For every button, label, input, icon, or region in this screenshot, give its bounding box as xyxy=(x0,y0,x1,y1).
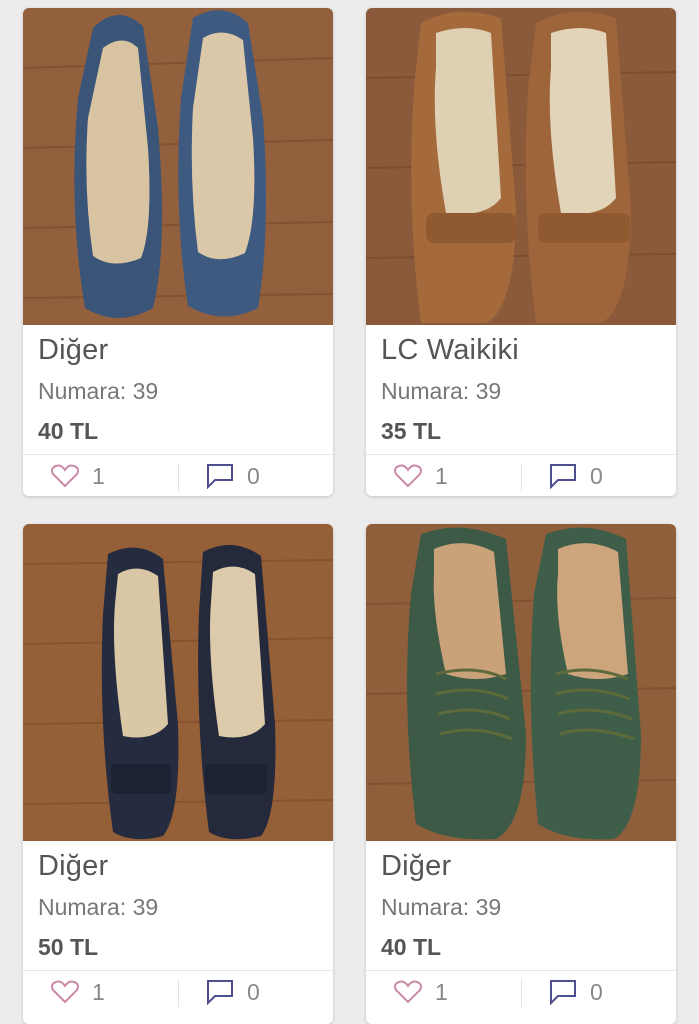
like-count: 1 xyxy=(92,462,105,489)
like-count: 1 xyxy=(435,978,448,1005)
product-card[interactable]: LC Waikiki Numara: 39 35 TL 1 0 xyxy=(366,8,676,496)
comment-button[interactable]: 0 xyxy=(548,455,603,496)
product-brand: Diğer xyxy=(38,334,109,366)
product-brand: Diğer xyxy=(38,850,109,882)
product-brand: LC Waikiki xyxy=(381,334,519,366)
product-size: Numara: 39 xyxy=(381,378,502,404)
heart-outline-icon xyxy=(394,980,422,1004)
speech-bubble-icon xyxy=(207,464,233,489)
like-button[interactable]: 1 xyxy=(50,971,105,1013)
like-count: 1 xyxy=(92,978,105,1005)
speech-bubble-icon xyxy=(550,980,576,1005)
product-image[interactable] xyxy=(23,524,333,841)
product-card[interactable]: Diğer Numara: 39 40 TL 1 0 xyxy=(366,524,676,1024)
actions-divider xyxy=(178,979,179,1007)
comment-count: 0 xyxy=(590,978,603,1005)
product-image[interactable] xyxy=(366,524,676,841)
actions-divider xyxy=(521,463,522,491)
like-count: 1 xyxy=(435,462,448,489)
speech-bubble-icon xyxy=(550,464,576,489)
comment-count: 0 xyxy=(247,978,260,1005)
heart-outline-icon xyxy=(51,464,79,488)
comment-count: 0 xyxy=(590,462,603,489)
comment-button[interactable]: 0 xyxy=(205,971,260,1013)
product-brand: Diğer xyxy=(381,850,452,882)
product-image[interactable] xyxy=(366,8,676,325)
product-size: Numara: 39 xyxy=(381,894,502,920)
heart-outline-icon xyxy=(51,980,79,1004)
like-button[interactable]: 1 xyxy=(393,455,448,496)
card-actions: 1 0 xyxy=(366,970,676,1013)
actions-divider xyxy=(521,979,522,1007)
product-image[interactable] xyxy=(23,8,333,325)
comment-count: 0 xyxy=(247,462,260,489)
product-card[interactable]: Diğer Numara: 39 50 TL 1 0 xyxy=(23,524,333,1024)
like-button[interactable]: 1 xyxy=(50,455,105,496)
comment-button[interactable]: 0 xyxy=(205,455,260,496)
product-price: 35 TL xyxy=(381,418,442,444)
like-button[interactable]: 1 xyxy=(393,971,448,1013)
product-card[interactable]: Diğer Numara: 39 40 TL 1 0 xyxy=(23,8,333,496)
product-price: 40 TL xyxy=(38,418,99,444)
product-price: 40 TL xyxy=(381,934,442,960)
heart-outline-icon xyxy=(394,464,422,488)
product-grid: Diğer Numara: 39 40 TL 1 0 LC Waikiki Nu… xyxy=(0,0,699,1024)
actions-divider xyxy=(178,463,179,491)
product-price: 50 TL xyxy=(38,934,99,960)
product-size: Numara: 39 xyxy=(38,378,159,404)
speech-bubble-icon xyxy=(207,980,233,1005)
product-size: Numara: 39 xyxy=(38,894,159,920)
comment-button[interactable]: 0 xyxy=(548,971,603,1013)
card-actions: 1 0 xyxy=(23,970,333,1013)
card-actions: 1 0 xyxy=(23,454,333,496)
card-actions: 1 0 xyxy=(366,454,676,496)
